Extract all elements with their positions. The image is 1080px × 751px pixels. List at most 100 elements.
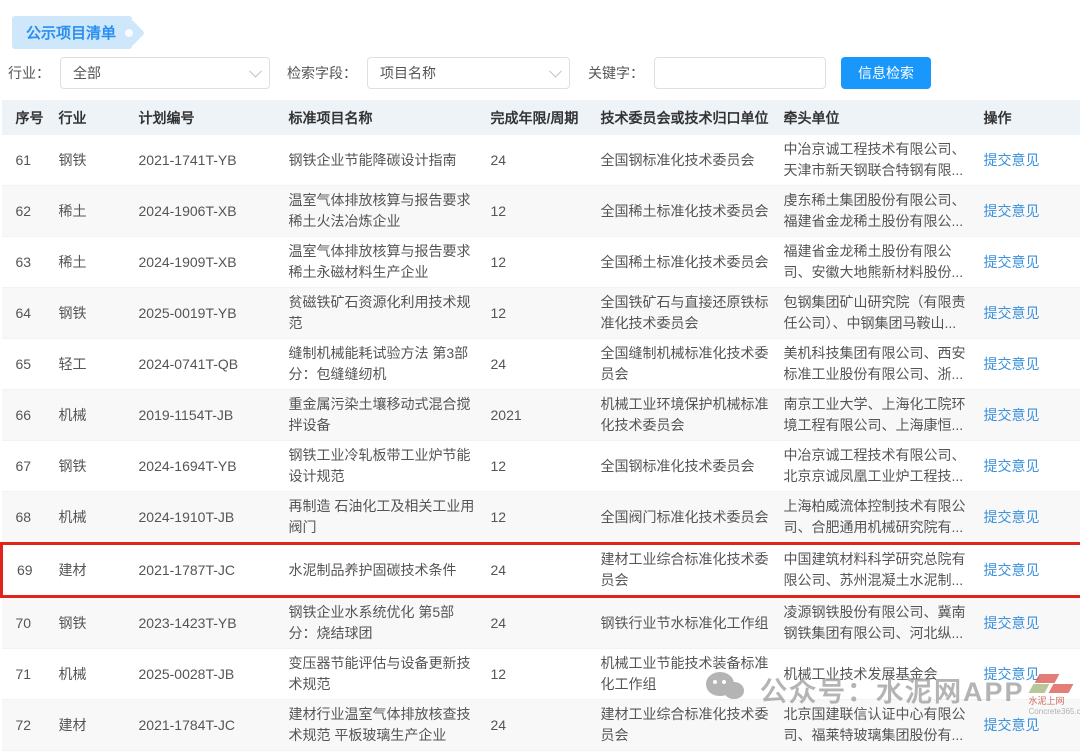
row-plan-number: 2019-1154T-JB (133, 390, 283, 441)
keyword-label: 关键字： (588, 63, 644, 83)
row-project-name: 变压器节能评估与设备更新技术规范 (283, 649, 485, 700)
submit-opinion-link[interactable]: 提交意见 (984, 717, 1040, 733)
row-industry: 建材 (53, 544, 133, 597)
row-committee: 全国阀门标准化技术委员会 (595, 492, 778, 544)
table-row: 61 钢铁 2021-1741T-YB 钢铁企业节能降碳设计指南 24 全国钢标… (2, 135, 1080, 186)
row-industry: 机械 (53, 492, 133, 544)
row-period: 2021 (485, 390, 595, 441)
table-row: 65 轻工 2024-0741T-QB 缝制机械能耗试验方法 第3部分：包缝缝纫… (2, 339, 1080, 390)
page-title: 公示项目清单 (26, 25, 116, 42)
table-row: 72 建材 2021-1784T-JC 建材行业温室气体排放核查技术规范 平板玻… (2, 700, 1080, 751)
submit-opinion-link[interactable]: 提交意见 (984, 562, 1040, 578)
table-row: 64 钢铁 2025-0019T-YB 贫磁铁矿石资源化利用技术规范 12 全国… (2, 288, 1080, 339)
keyword-input[interactable] (654, 57, 826, 89)
row-plan-number: 2024-1910T-JB (133, 492, 283, 544)
row-period: 12 (485, 649, 595, 700)
row-project-name: 温室气体排放核算与报告要求 稀土永磁材料生产企业 (283, 237, 485, 288)
row-number: 72 (2, 700, 53, 751)
row-industry: 稀土 (53, 237, 133, 288)
column-header-operation: 操作 (978, 100, 1080, 135)
submit-opinion-link[interactable]: 提交意见 (984, 458, 1040, 474)
industry-label: 行业： (8, 63, 50, 83)
column-header-lead-unit: 牵头单位 (778, 100, 978, 135)
column-header-plan-number: 计划编号 (133, 100, 283, 135)
row-lead-unit: 福建省金龙稀土股份有限公司、安徽大地熊新材料股份... (778, 237, 978, 288)
table-row: 63 稀土 2024-1909T-XB 温室气体排放核算与报告要求 稀土永磁材料… (2, 237, 1080, 288)
table-row: 62 稀土 2024-1906T-XB 温室气体排放核算与报告要求 稀土火法冶炼… (2, 186, 1080, 237)
row-project-name: 温室气体排放核算与报告要求 稀土火法冶炼企业 (283, 186, 485, 237)
row-period: 12 (485, 441, 595, 492)
row-plan-number: 2024-0741T-QB (133, 339, 283, 390)
row-plan-number: 2024-1694T-YB (133, 441, 283, 492)
projects-table: 序号 行业 计划编号 标准项目名称 完成年限/周期 技术委员会或技术归口单位 牵… (0, 100, 1080, 751)
row-period: 12 (485, 492, 595, 544)
chevron-down-icon (549, 65, 562, 78)
tag-pointer-dot-icon (125, 29, 133, 37)
row-project-name: 钢铁企业水系统优化 第5部分：烧结球团 (283, 597, 485, 649)
row-lead-unit: 凌源钢铁股份有限公司、冀南钢铁集团有限公司、河北纵... (778, 597, 978, 649)
row-number: 69 (2, 544, 53, 597)
row-lead-unit: 美机科技集团有限公司、西安标准工业股份有限公司、浙... (778, 339, 978, 390)
submit-opinion-link[interactable]: 提交意见 (984, 305, 1040, 321)
submit-opinion-link[interactable]: 提交意见 (984, 666, 1040, 682)
search-field-select-value: 项目名称 (380, 63, 436, 83)
row-committee: 全国缝制机械标准化技术委员会 (595, 339, 778, 390)
filter-bar: 行业： 全部 检索字段： 项目名称 关键字： 信息检索 (8, 57, 1072, 89)
row-committee: 全国钢标准化技术委员会 (595, 135, 778, 186)
row-industry: 建材 (53, 700, 133, 751)
row-project-name: 再制造 石油化工及相关工业用阀门 (283, 492, 485, 544)
row-plan-number: 2025-0019T-YB (133, 288, 283, 339)
table-row: 68 机械 2024-1910T-JB 再制造 石油化工及相关工业用阀门 12 … (2, 492, 1080, 544)
row-committee: 机械工业节能技术装备标准化工作组 (595, 649, 778, 700)
row-lead-unit: 虔东稀土集团股份有限公司、福建省金龙稀土股份有限公... (778, 186, 978, 237)
column-header-no: 序号 (2, 100, 53, 135)
row-lead-unit: 南京工业大学、上海化工院环境工程有限公司、上海康恒... (778, 390, 978, 441)
row-plan-number: 2023-1423T-YB (133, 597, 283, 649)
row-period: 24 (485, 597, 595, 649)
row-project-name: 钢铁工业冷轧板带工业炉节能设计规范 (283, 441, 485, 492)
submit-opinion-link[interactable]: 提交意见 (984, 407, 1040, 423)
submit-opinion-link[interactable]: 提交意见 (984, 203, 1040, 219)
row-project-name: 水泥制品养护固碳技术条件 (283, 544, 485, 597)
row-number: 66 (2, 390, 53, 441)
row-committee: 全国稀土标准化技术委员会 (595, 186, 778, 237)
table-header-row: 序号 行业 计划编号 标准项目名称 完成年限/周期 技术委员会或技术归口单位 牵… (2, 100, 1080, 135)
row-number: 65 (2, 339, 53, 390)
row-lead-unit: 北京国建联信认证中心有限公司、福莱特玻璃集团股份有... (778, 700, 978, 751)
table-row: 66 机械 2019-1154T-JB 重金属污染土壤移动式混合搅拌设备 202… (2, 390, 1080, 441)
submit-opinion-link[interactable]: 提交意见 (984, 356, 1040, 372)
table-row: 71 机械 2025-0028T-JB 变压器节能评估与设备更新技术规范 12 … (2, 649, 1080, 700)
row-period: 12 (485, 288, 595, 339)
row-period: 24 (485, 544, 595, 597)
row-lead-unit: 机械工业技术发展基金会 (778, 649, 978, 700)
row-number: 62 (2, 186, 53, 237)
submit-opinion-link[interactable]: 提交意见 (984, 152, 1040, 168)
row-number: 63 (2, 237, 53, 288)
row-committee: 全国稀土标准化技术委员会 (595, 237, 778, 288)
submit-opinion-link[interactable]: 提交意见 (984, 254, 1040, 270)
tab-public-project-list[interactable]: 公示项目清单 (12, 16, 132, 49)
row-period: 24 (485, 339, 595, 390)
row-plan-number: 2024-1906T-XB (133, 186, 283, 237)
info-search-button[interactable]: 信息检索 (841, 57, 931, 89)
submit-opinion-link[interactable]: 提交意见 (984, 509, 1040, 525)
row-number: 64 (2, 288, 53, 339)
row-committee: 建材工业综合标准化技术委员会 (595, 544, 778, 597)
row-plan-number: 2021-1784T-JC (133, 700, 283, 751)
column-header-period: 完成年限/周期 (485, 100, 595, 135)
row-period: 12 (485, 186, 595, 237)
table-row: 69 建材 2021-1787T-JC 水泥制品养护固碳技术条件 24 建材工业… (2, 544, 1080, 597)
industry-select[interactable]: 全部 (60, 57, 270, 89)
row-project-name: 缝制机械能耗试验方法 第3部分：包缝缝纫机 (283, 339, 485, 390)
submit-opinion-link[interactable]: 提交意见 (984, 615, 1040, 631)
row-plan-number: 2021-1787T-JC (133, 544, 283, 597)
row-committee: 全国钢标准化技术委员会 (595, 441, 778, 492)
row-industry: 机械 (53, 390, 133, 441)
row-number: 68 (2, 492, 53, 544)
row-plan-number: 2025-0028T-JB (133, 649, 283, 700)
public-project-list-page: 公示项目清单 行业： 全部 检索字段： 项目名称 关键字： 信息检索 序号 行业 (0, 0, 1080, 735)
row-project-name: 建材行业温室气体排放核查技术规范 平板玻璃生产企业 (283, 700, 485, 751)
chevron-down-icon (249, 65, 262, 78)
row-industry: 钢铁 (53, 135, 133, 186)
search-field-select[interactable]: 项目名称 (367, 57, 570, 89)
